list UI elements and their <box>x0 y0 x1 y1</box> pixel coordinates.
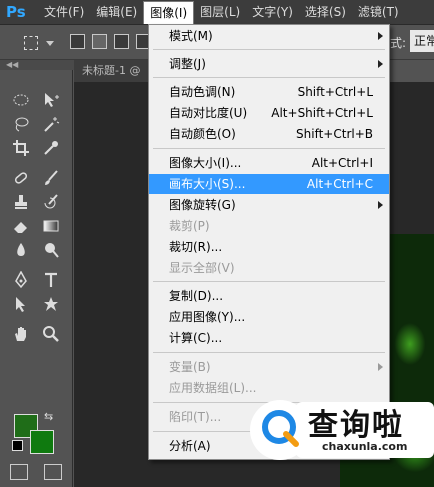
style-label: 式: <box>390 36 407 50</box>
menu-item-duplicate[interactable]: 复制(D)... <box>149 286 389 306</box>
menu-item-apply-image[interactable]: 应用图像(Y)... <box>149 307 389 327</box>
menu-item-crop: 裁剪(P) <box>169 219 210 233</box>
menu-separator <box>153 281 385 282</box>
submenu-arrow-icon <box>378 201 383 209</box>
dodge-icon[interactable] <box>40 240 62 260</box>
chevron-down-icon[interactable] <box>46 41 54 46</box>
menu-item-auto-contrast[interactable]: 自动对比度(U) Alt+Shift+Ctrl+L <box>149 103 389 123</box>
menu-image[interactable]: 图像(I) <box>143 0 195 24</box>
elliptical-marquee-icon[interactable] <box>10 90 32 110</box>
menu-filter[interactable]: 滤镜(T) <box>352 1 405 23</box>
menu-type[interactable]: 文字(Y) <box>246 1 299 23</box>
clone-stamp-icon[interactable] <box>10 192 32 212</box>
image-menu-dropdown: 模式(M) 调整(J) 自动色调(N) Shift+Ctrl+L 自动对比度(U)… <box>148 24 390 460</box>
background-color-swatch[interactable] <box>30 430 54 454</box>
menu-item-image-size[interactable]: 图像大小(I)... Alt+Ctrl+I <box>149 153 389 173</box>
new-selection-icon[interactable] <box>70 34 85 49</box>
submenu-arrow-icon <box>378 32 383 40</box>
menu-item-mode[interactable]: 模式(M) <box>149 26 389 46</box>
menu-separator <box>153 352 385 353</box>
menu-layer[interactable]: 图层(L) <box>194 1 246 23</box>
lasso-icon[interactable] <box>10 114 32 134</box>
gradient-icon[interactable] <box>40 216 62 236</box>
style-select[interactable]: 正常 <box>410 30 434 52</box>
eyedropper-icon[interactable] <box>40 138 62 158</box>
default-colors-icon[interactable] <box>12 440 23 451</box>
history-brush-icon[interactable] <box>40 192 62 212</box>
watermark-logo: 查询啦 chaxunla.com <box>250 396 434 466</box>
zoom-icon[interactable] <box>40 324 62 344</box>
menu-separator <box>153 148 385 149</box>
menu-select[interactable]: 选择(S) <box>299 1 352 23</box>
photoshop-logo: Ps <box>6 3 26 21</box>
menu-separator <box>153 77 385 78</box>
blur-icon[interactable] <box>10 240 32 260</box>
pen-icon[interactable] <box>10 270 32 290</box>
menu-bar: Ps 文件(F) 编辑(E) 图像(I) 图层(L) 文字(Y) 选择(S) 滤… <box>0 0 434 25</box>
menu-item-trim[interactable]: 裁切(R)... <box>149 237 389 257</box>
menu-item-auto-tone[interactable]: 自动色调(N) Shift+Ctrl+L <box>149 82 389 102</box>
menu-item-image-rotation[interactable]: 图像旋转(G) <box>149 195 389 215</box>
swap-colors-icon[interactable]: ⇆ <box>44 410 53 423</box>
menu-item-reveal-all: 显示全部(V) <box>169 261 235 275</box>
menu-item-calculations[interactable]: 计算(C)... <box>149 328 389 348</box>
eraser-icon[interactable] <box>10 216 32 236</box>
menu-separator <box>153 49 385 50</box>
menu-item-auto-color[interactable]: 自动颜色(O) Shift+Ctrl+B <box>149 124 389 144</box>
healing-brush-icon[interactable] <box>10 168 32 188</box>
path-selection-icon[interactable] <box>10 294 32 314</box>
watermark-q-icon <box>262 410 299 447</box>
menu-item-apply-data-set: 应用数据组(L)... <box>169 381 257 395</box>
magic-wand-icon[interactable] <box>40 114 62 134</box>
hand-icon[interactable] <box>10 324 32 344</box>
add-to-selection-icon[interactable] <box>92 34 107 49</box>
shape-icon[interactable] <box>40 294 62 314</box>
subtract-selection-icon[interactable] <box>114 34 129 49</box>
brush-icon[interactable] <box>40 168 62 188</box>
watermark-url: chaxunla.com <box>322 440 408 453</box>
menu-item-variables: 变量(B) <box>149 357 389 377</box>
panel-collapse-grip[interactable]: ◀◀ <box>0 60 78 70</box>
tools-panel: ◀◀ ⇆ <box>0 60 78 487</box>
quick-mask-icon[interactable] <box>10 464 28 480</box>
type-icon[interactable] <box>40 270 62 290</box>
watermark-name: 查询啦 <box>308 408 404 443</box>
submenu-arrow-icon <box>378 60 383 68</box>
crop-icon[interactable] <box>10 138 32 158</box>
menu-item-canvas-size[interactable]: 画布大小(S)... Alt+Ctrl+C <box>149 174 389 194</box>
menu-item-adjustments[interactable]: 调整(J) <box>149 54 389 74</box>
menu-file[interactable]: 文件(F) <box>38 1 90 23</box>
submenu-arrow-icon <box>378 363 383 371</box>
screen-mode-icon[interactable] <box>44 464 62 480</box>
menu-edit[interactable]: 编辑(E) <box>90 1 143 23</box>
move-icon[interactable] <box>40 90 62 110</box>
marquee-tool-preset-icon[interactable] <box>24 36 38 50</box>
